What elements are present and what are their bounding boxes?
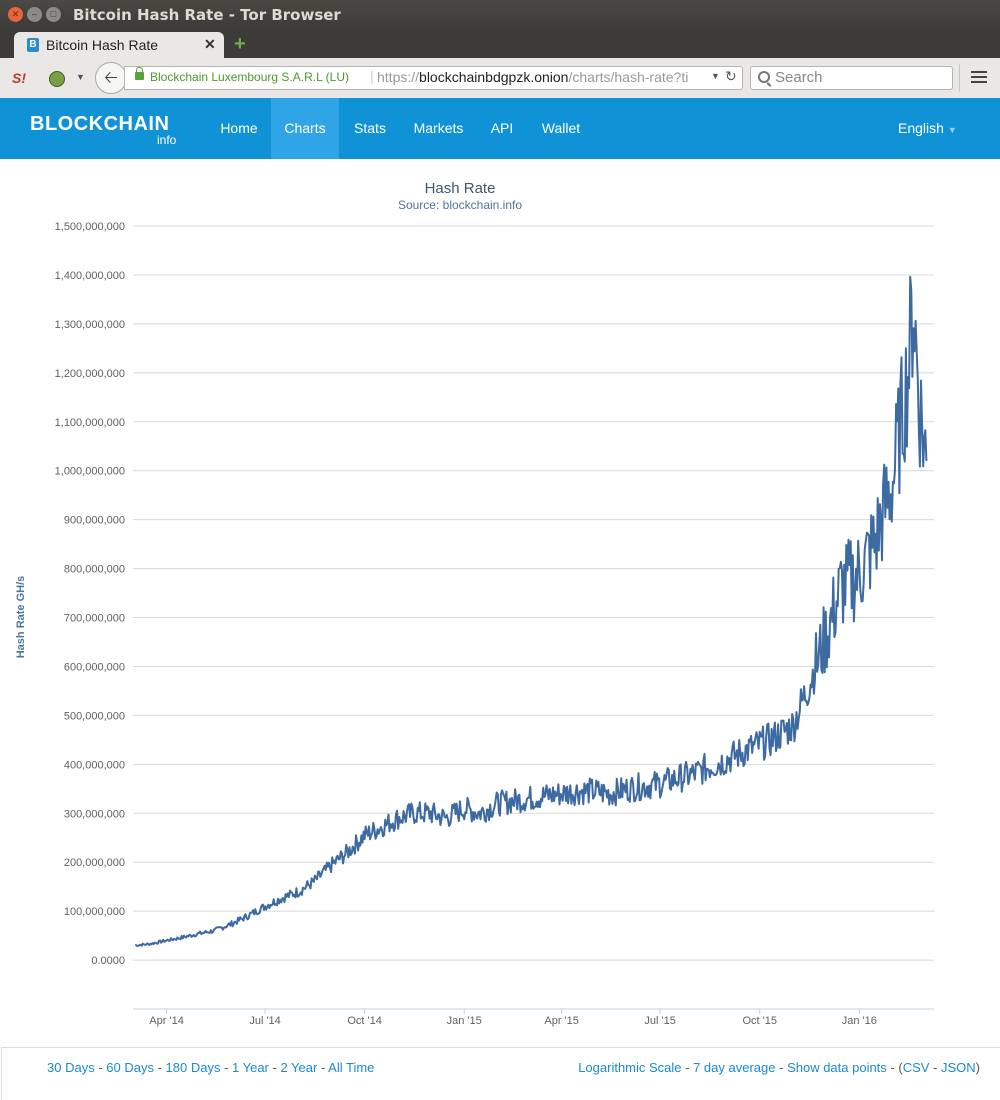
hash-rate-series-line xyxy=(134,275,928,948)
language-label: English xyxy=(898,120,944,136)
browser-tab[interactable]: B Bitcoin Hash Rate ✕ xyxy=(14,32,224,58)
range-60-days[interactable]: 60 Days xyxy=(106,1060,154,1075)
y-axis-label: Hash Rate GH/s xyxy=(15,576,27,659)
tab-close-icon[interactable]: ✕ xyxy=(204,36,216,53)
csv-link[interactable]: CSV xyxy=(903,1060,930,1075)
y-tick-label: 1,400,000,000 xyxy=(55,270,125,282)
logarithmic-scale-link[interactable]: Logarithmic Scale xyxy=(578,1060,681,1075)
chart-title: Hash Rate xyxy=(424,180,496,197)
hamburger-menu-icon[interactable] xyxy=(971,71,987,86)
range-1-year[interactable]: 1 Year xyxy=(232,1060,269,1075)
y-tick-label: 900,000,000 xyxy=(64,515,125,527)
url-path: /charts/hash-rate?ti xyxy=(568,69,689,85)
nav-charts[interactable]: Charts xyxy=(271,98,339,159)
range-30-days[interactable]: 30 Days xyxy=(47,1060,95,1075)
seven-day-average-link[interactable]: 7 day average xyxy=(693,1060,775,1075)
chart-subtitle: Source: blockchain.info xyxy=(397,198,523,212)
new-tab-plus-icon[interactable]: + xyxy=(234,34,246,54)
y-tick-label: 100,000,000 xyxy=(64,906,125,918)
range-links: 30 Days - 60 Days - 180 Days - 1 Year - … xyxy=(47,1060,375,1075)
option-links: Logarithmic Scale - 7 day average - Show… xyxy=(578,1060,980,1075)
range-180-days[interactable]: 180 Days xyxy=(166,1060,221,1075)
y-tick-label: 600,000,000 xyxy=(64,661,125,673)
window-title: Bitcoin Hash Rate - Tor Browser xyxy=(73,6,341,24)
blockchain-logo-sub: info xyxy=(157,133,177,147)
x-tick-label: Jan '15 xyxy=(447,1015,482,1027)
blockchain-logo[interactable]: BLOCKCHAIN xyxy=(30,113,169,136)
nav-stats[interactable]: Stats xyxy=(339,98,401,159)
x-tick-label: Oct '14 xyxy=(347,1015,382,1027)
y-tick-label: 0.0000 xyxy=(91,955,125,967)
range-2-year[interactable]: 2 Year xyxy=(280,1060,317,1075)
window-minimize-button[interactable]: – xyxy=(27,7,42,22)
nav-markets[interactable]: Markets xyxy=(401,98,476,159)
url-bar[interactable]: Blockchain Luxembourg S.A.R.L (LU) | htt… xyxy=(124,66,743,90)
url-history-dropdown-icon[interactable]: ▼ xyxy=(711,71,720,81)
x-tick-label: Jan '16 xyxy=(842,1015,877,1027)
y-tick-label: 500,000,000 xyxy=(64,710,125,722)
window-titlebar: ✕ – □ Bitcoin Hash Rate - Tor Browser xyxy=(0,0,1000,30)
nav-home[interactable]: Home xyxy=(206,98,272,159)
y-tick-label: 1,500,000,000 xyxy=(55,221,125,233)
y-tick-label: 300,000,000 xyxy=(64,808,125,820)
window-close-button[interactable]: ✕ xyxy=(8,7,23,22)
lock-icon xyxy=(135,67,144,80)
toolbar-divider xyxy=(959,64,960,92)
reload-icon[interactable]: ↻ xyxy=(725,68,737,85)
window-maximize-button[interactable]: □ xyxy=(46,7,61,22)
search-icon xyxy=(758,71,770,83)
tor-onion-icon[interactable] xyxy=(49,71,65,87)
y-tick-label: 400,000,000 xyxy=(64,759,125,771)
blockchain-favicon-icon: B xyxy=(27,38,39,52)
y-tick-label: 1,100,000,000 xyxy=(55,417,125,429)
search-placeholder: Search xyxy=(775,69,823,86)
json-link[interactable]: JSON xyxy=(941,1060,976,1075)
y-tick-label: 1,200,000,000 xyxy=(55,368,125,380)
search-input[interactable]: Search xyxy=(750,66,953,90)
show-data-points-link[interactable]: Show data points xyxy=(787,1060,887,1075)
y-tick-label: 1,300,000,000 xyxy=(55,319,125,331)
x-tick-label: Apr '15 xyxy=(544,1015,579,1027)
back-button[interactable]: 🡠 xyxy=(95,62,127,94)
noscript-icon[interactable]: S! xyxy=(12,70,26,86)
caret-down-icon: ▼ xyxy=(947,125,957,135)
url-domain: blockchainbdgpzk.onion xyxy=(419,69,569,85)
x-tick-label: Jul '14 xyxy=(249,1015,280,1027)
range-all-time[interactable]: All Time xyxy=(328,1060,374,1075)
x-tick-label: Jul '15 xyxy=(644,1015,675,1027)
chart-controls: 30 Days - 60 Days - 180 Days - 1 Year - … xyxy=(1,1047,1000,1100)
x-tick-label: Apr '14 xyxy=(149,1015,184,1027)
nav-api[interactable]: API xyxy=(476,98,528,159)
url-separator: | xyxy=(370,68,374,84)
tab-strip: B Bitcoin Hash Rate ✕ + xyxy=(0,30,1000,58)
tor-menu-dropdown-icon[interactable]: ▼ xyxy=(76,72,85,82)
language-dropdown[interactable]: English ▼ xyxy=(898,98,957,161)
url-prefix: https:// xyxy=(377,69,420,85)
url-text[interactable]: https://blockchainbdgpzk.onion/charts/ha… xyxy=(377,69,707,85)
y-tick-label: 800,000,000 xyxy=(64,564,125,576)
hash-rate-chart[interactable]: 1,500,000,000 1,400,000,000 1,300,000,000 1… xyxy=(0,215,1000,1045)
y-tick-label: 1,000,000,000 xyxy=(55,466,125,478)
nav-toolbar: S! ▼ 🡠 Blockchain Luxembourg S.A.R.L (LU… xyxy=(0,58,1000,99)
y-tick-label: 200,000,000 xyxy=(64,857,125,869)
x-tick-label: Oct '15 xyxy=(742,1015,777,1027)
y-tick-label: 700,000,000 xyxy=(64,613,125,625)
site-identity[interactable]: Blockchain Luxembourg S.A.R.L (LU) xyxy=(150,70,349,84)
tab-title: Bitcoin Hash Rate xyxy=(46,37,159,53)
nav-wallet[interactable]: Wallet xyxy=(528,98,594,159)
site-header: BLOCKCHAIN info Home Charts Stats Market… xyxy=(0,98,1000,159)
